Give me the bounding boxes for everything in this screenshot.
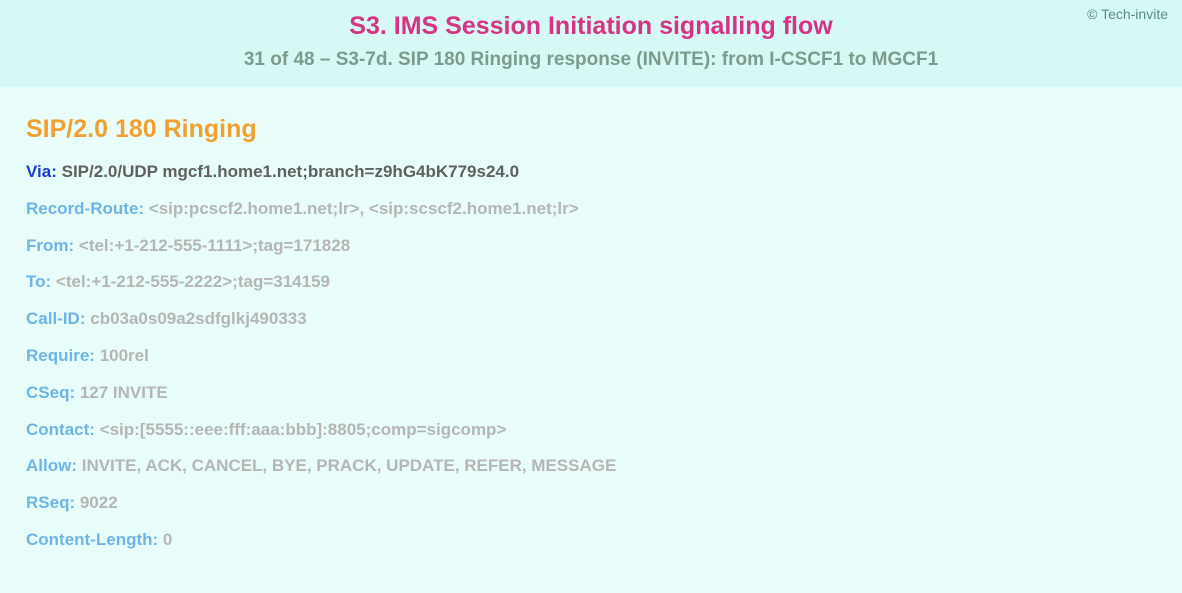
page-subtitle: 31 of 48 – S3-7d. SIP 180 Ringing respon… — [20, 49, 1162, 71]
header-line: From: <tel:+1-212-555-1111>;tag=171828 — [26, 234, 1156, 258]
via-header-name: Via — [26, 162, 51, 181]
header-line: Require: 100rel — [26, 344, 1156, 368]
page-title: S3. IMS Session Initiation signalling fl… — [20, 12, 1162, 41]
header-value: <sip:pcscf2.home1.net;lr>, <sip:scscf2.h… — [149, 199, 579, 218]
header-line: Record-Route: <sip:pcscf2.home1.net;lr>,… — [26, 197, 1156, 221]
header-value: 127 INVITE — [80, 383, 168, 402]
header-line: Allow: INVITE, ACK, CANCEL, BYE, PRACK, … — [26, 454, 1156, 478]
header-line: CSeq: 127 INVITE — [26, 381, 1156, 405]
header-value: <tel:+1-212-555-1111>;tag=171828 — [79, 236, 350, 255]
header-line: To: <tel:+1-212-555-2222>;tag=314159 — [26, 270, 1156, 294]
copyright-text: © Tech-invite — [1087, 6, 1168, 22]
header-line: RSeq: 9022 — [26, 491, 1156, 515]
via-header-line: Via: SIP/2.0/UDP mgcf1.home1.net;branch=… — [26, 160, 1156, 184]
header-line: Content-Length: 0 — [26, 528, 1156, 552]
header-line: Call-ID: cb03a0s09a2sdfglkj490333 — [26, 307, 1156, 331]
sip-status-line: SIP/2.0 180 Ringing — [26, 115, 1156, 144]
header-name: Content-Length: — [26, 530, 163, 549]
header-value: cb03a0s09a2sdfglkj490333 — [90, 309, 306, 328]
header-name: Call-ID: — [26, 309, 90, 328]
header-name: Contact: — [26, 420, 100, 439]
header-name: From: — [26, 236, 79, 255]
header-name: Allow: — [26, 456, 82, 475]
header-name: To: — [26, 272, 56, 291]
header-banner: © Tech-invite S3. IMS Session Initiation… — [0, 0, 1182, 87]
header-line: Contact: <sip:[5555::eee:fff:aaa:bbb]:88… — [26, 418, 1156, 442]
header-value: 100rel — [100, 346, 149, 365]
headers-list: Record-Route: <sip:pcscf2.home1.net;lr>,… — [26, 197, 1156, 552]
header-value: 0 — [163, 530, 172, 549]
header-value: <tel:+1-212-555-2222>;tag=314159 — [56, 272, 330, 291]
header-name: RSeq: — [26, 493, 80, 512]
via-header-value: SIP/2.0/UDP mgcf1.home1.net;branch=z9hG4… — [62, 162, 519, 181]
header-name: Record-Route: — [26, 199, 149, 218]
header-name: Require: — [26, 346, 100, 365]
header-value: 9022 — [80, 493, 118, 512]
header-value: <sip:[5555::eee:fff:aaa:bbb]:8805;comp=s… — [100, 420, 507, 439]
content-area: SIP/2.0 180 Ringing Via: SIP/2.0/UDP mgc… — [0, 87, 1182, 593]
header-value: INVITE, ACK, CANCEL, BYE, PRACK, UPDATE,… — [82, 456, 617, 475]
header-name: CSeq: — [26, 383, 80, 402]
